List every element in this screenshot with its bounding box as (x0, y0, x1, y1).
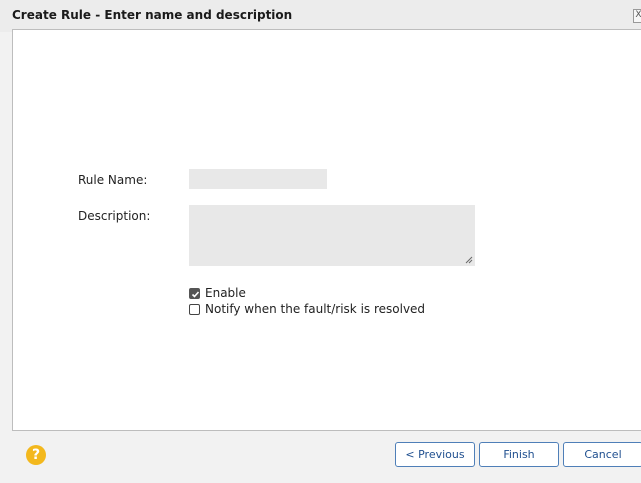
enable-checkbox[interactable] (189, 287, 200, 299)
notify-label: Notify when the fault/risk is resolved (205, 302, 426, 316)
dialog-footer: ? < Previous Finish Cancel (0, 431, 641, 483)
dialog-titlebar: Create Rule - Enter name and description… (0, 0, 641, 32)
enable-checkbox-row[interactable]: Enable (189, 286, 246, 300)
close-icon[interactable]: X (633, 9, 641, 23)
checkmark-icon (191, 290, 200, 298)
dialog-title: Create Rule - Enter name and description (12, 8, 293, 22)
notify-checkbox[interactable] (189, 303, 200, 315)
rule-name-input[interactable] (189, 169, 327, 189)
description-textarea[interactable] (189, 205, 475, 266)
cancel-button[interactable]: Cancel (563, 442, 641, 467)
textarea-resize-grip-icon[interactable] (465, 256, 473, 264)
rule-name-label: Rule Name: (78, 173, 148, 187)
help-icon[interactable]: ? (26, 445, 46, 465)
notify-checkbox-row[interactable]: Notify when the fault/risk is resolved (189, 302, 425, 316)
finish-button[interactable]: Finish (479, 442, 559, 467)
enable-label: Enable (205, 286, 246, 300)
description-label: Description: (78, 209, 151, 223)
dialog-content-panel: Rule Name: Description: Enable Notify wh… (12, 29, 641, 431)
previous-button[interactable]: < Previous (395, 442, 475, 467)
create-rule-dialog: Create Rule - Enter name and description… (0, 0, 641, 483)
